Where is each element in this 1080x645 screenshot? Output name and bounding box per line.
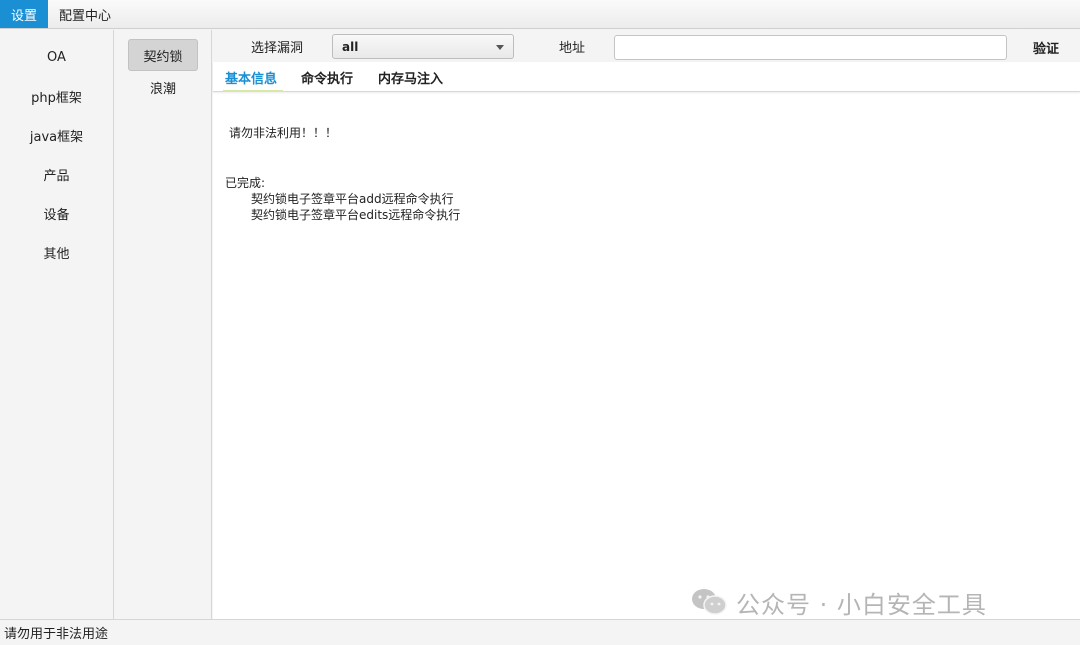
address-input[interactable] [614, 35, 1007, 60]
status-text: 请勿用于非法用途 [4, 627, 109, 642]
watermark: 公众号 · 小白安全工具 [690, 585, 987, 619]
toolbar: 选择漏洞 all 地址 验证 [213, 30, 1080, 62]
vendor-list: 契约锁 浪潮 [115, 30, 212, 619]
tab-basic-info[interactable]: 基本信息 [222, 62, 284, 92]
done-item: 契约锁电子签章平台edits远程命令执行 [251, 208, 461, 222]
vuln-select-label: 选择漏洞 [251, 40, 304, 56]
address-label: 地址 [559, 40, 586, 56]
menu-settings[interactable]: 设置 [0, 0, 49, 28]
vendor-item-inspur[interactable]: 浪潮 [128, 71, 198, 103]
category-item-other[interactable]: 其他 [0, 233, 113, 272]
category-item-php-framework[interactable]: php框架 [0, 77, 113, 116]
info-content: 请勿非法利用！！！ 已完成: 契约锁电子签章平台add远程命令执行 契约锁电子签… [225, 125, 1065, 223]
done-block: 已完成: 契约锁电子签章平台add远程命令执行 契约锁电子签章平台edits远程… [225, 175, 1065, 223]
category-list: OA php框架 java框架 产品 设备 其他 [0, 30, 114, 619]
vendor-item-qiyuesuo[interactable]: 契约锁 [128, 39, 198, 71]
main-panel: 选择漏洞 all 地址 验证 基本信息 命令执行 内存马注入 请勿非法利用！！！… [213, 30, 1080, 619]
category-item-oa[interactable]: OA [0, 38, 113, 77]
vuln-select[interactable]: all [332, 34, 514, 59]
menu-bar: 设置 配置中心 [0, 0, 1080, 29]
done-title: 已完成: [225, 176, 266, 190]
wechat-icon [692, 589, 727, 615]
tab-bar: 基本信息 命令执行 内存马注入 [213, 62, 1080, 92]
verify-button[interactable]: 验证 [1015, 35, 1077, 60]
watermark-text: 公众号 · 小白安全工具 [736, 590, 987, 619]
tab-command-exec[interactable]: 命令执行 [301, 62, 353, 92]
status-bar: 请勿用于非法用途 [0, 619, 1080, 645]
vuln-select-value: all [342, 39, 359, 54]
tab-memshell-inject[interactable]: 内存马注入 [378, 62, 443, 92]
done-item: 契约锁电子签章平台add远程命令执行 [251, 192, 454, 206]
menu-config-center[interactable]: 配置中心 [48, 0, 122, 28]
category-item-java-framework[interactable]: java框架 [0, 116, 113, 155]
category-item-product[interactable]: 产品 [0, 155, 113, 194]
chevron-down-icon [496, 45, 504, 50]
warning-text: 请勿非法利用！！！ [229, 126, 338, 140]
category-item-device[interactable]: 设备 [0, 194, 113, 233]
